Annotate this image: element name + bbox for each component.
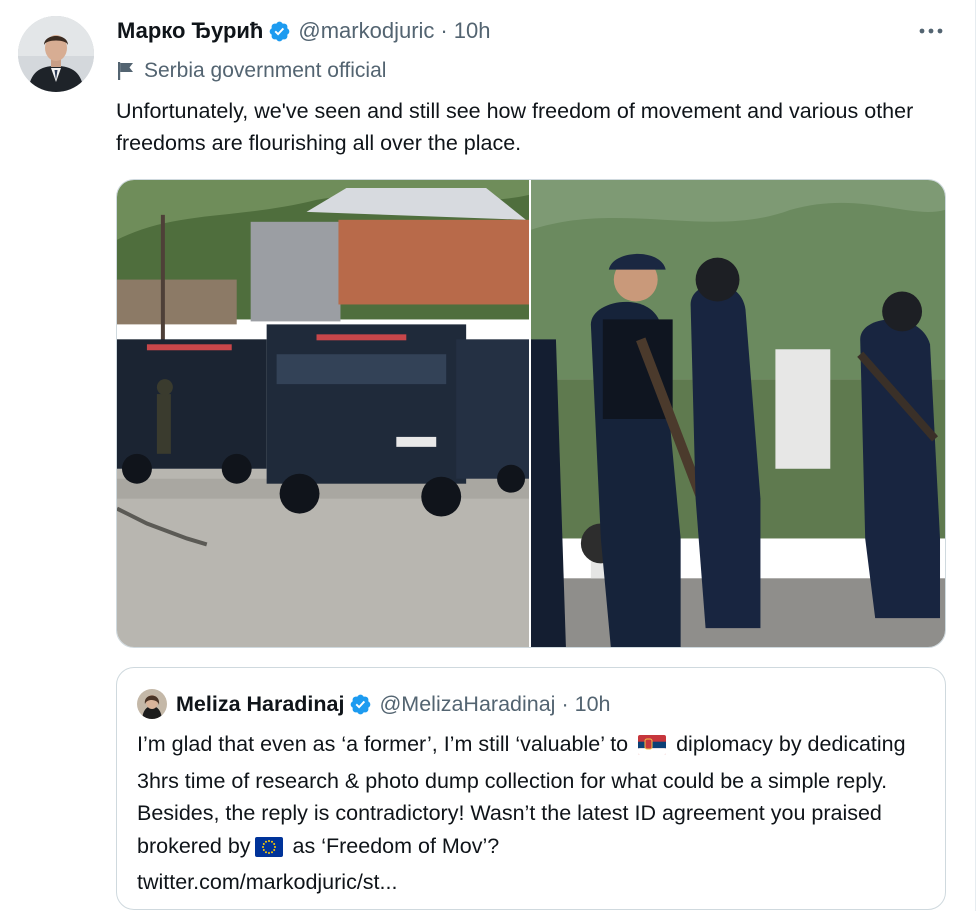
armed-police-photo[interactable]	[531, 180, 945, 647]
tweet-text: Unfortunately, we've seen and still see …	[116, 99, 914, 155]
quote-text: I’m glad that even as ‘a former’, I’m st…	[137, 728, 927, 899]
quote-author-name: Meliza Haradinaj	[176, 691, 345, 716]
more-dots-icon[interactable]	[913, 16, 949, 46]
serbia-flag-emoji	[638, 732, 667, 765]
author-name[interactable]: Марко Ђурић	[117, 18, 263, 44]
quote-author-handle: @MelizaHaradinaj	[379, 691, 556, 716]
eu-flag-emoji	[254, 834, 283, 867]
verified-badge-icon	[349, 693, 372, 716]
quote-link: twitter.com/markodjuric/st...	[137, 870, 398, 894]
author-handle[interactable]: @markodjuric	[298, 18, 434, 44]
separator-dot: ·	[440, 18, 448, 43]
flag-icon	[117, 61, 135, 81]
tweet-media	[116, 179, 946, 648]
tweet-header: Марко Ђурић @markodjuric · 10h	[117, 14, 490, 48]
author-avatar[interactable]	[18, 16, 94, 92]
timeline-divider	[975, 0, 976, 911]
armored-vehicles-photo[interactable]	[117, 180, 529, 647]
verified-badge-icon	[268, 20, 291, 43]
tweet[interactable]: Марко Ђурић @markodjuric · 10h Serbia go…	[0, 0, 980, 911]
government-label[interactable]: Serbia government official	[117, 56, 386, 86]
quote-text-part-3: as ‘Freedom of Mov’?	[292, 833, 500, 858]
quote-time: 10h	[574, 691, 611, 716]
quote-author-avatar[interactable]	[137, 689, 167, 719]
government-label-text: Serbia government official	[144, 59, 387, 82]
separator-dot: ·	[561, 691, 569, 716]
quote-header: Meliza Haradinaj @MelizaHaradinaj · 10h	[137, 688, 611, 720]
quoted-tweet[interactable]: Meliza Haradinaj @MelizaHaradinaj · 10h …	[116, 667, 946, 910]
tweet-time[interactable]: 10h	[454, 18, 491, 44]
quote-text-part-1: I’m glad that even as ‘a former’, I’m st…	[137, 732, 629, 756]
